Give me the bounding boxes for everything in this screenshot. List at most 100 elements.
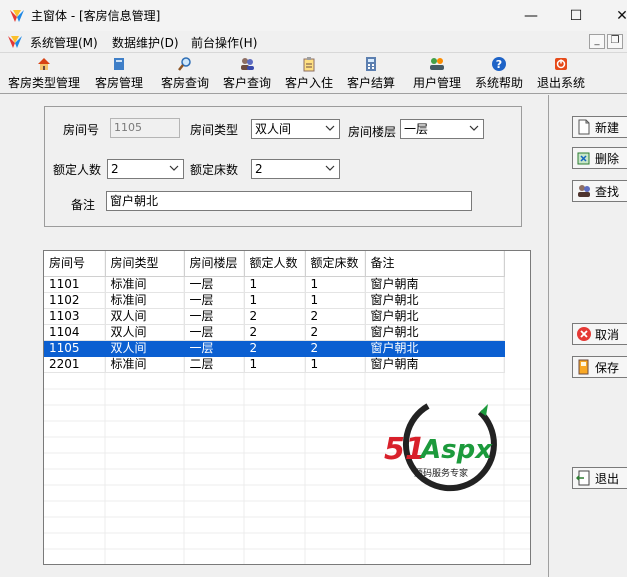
exit-button[interactable]: 退出	[572, 467, 627, 489]
table-cell: 1	[244, 292, 306, 309]
table-header-row: 房间号 房间类型 房间楼层 额定人数 额定床数 备注	[44, 251, 505, 277]
column-header-persons[interactable]: 额定人数	[244, 251, 306, 277]
menu-bar: 系统管理(M) 数据维护(D) 前台操作(H) _ ❐	[0, 31, 627, 53]
save-button[interactable]: 保存	[572, 356, 627, 378]
exit-door-icon	[576, 470, 590, 486]
toolbar-room-manage-button[interactable]: 客房管理	[92, 56, 146, 92]
chevron-down-icon	[469, 125, 479, 131]
room-table: 房间号 房间类型 房间楼层 额定人数 额定床数 备注 1101 标准间 一层 1…	[44, 251, 505, 373]
table-cell: 一层	[184, 308, 245, 325]
table-cell: 标准间	[105, 276, 185, 293]
table-cell: 窗户朝北	[365, 292, 505, 309]
mdi-restore-button[interactable]: ❐	[607, 34, 623, 49]
toolbar-customer-query-button[interactable]: 客户查询	[220, 56, 274, 92]
persons-label: 额定人数	[53, 163, 102, 177]
table-cell: 窗户朝北	[365, 308, 505, 325]
app-logo-icon	[10, 10, 24, 22]
users-icon	[241, 58, 254, 70]
save-icon	[578, 359, 589, 375]
chevron-down-icon	[325, 165, 335, 171]
mdi-minimize-button[interactable]: _	[589, 34, 605, 49]
room-type-select[interactable]: 双人间	[251, 119, 340, 139]
minimize-button[interactable]: —	[508, 0, 554, 31]
table-row[interactable]: 1103 双人间 一层 2 2 窗户朝北	[44, 308, 505, 325]
users-gear-icon	[430, 58, 444, 70]
menu-data[interactable]: 数据维护(D)	[112, 34, 179, 51]
table-cell: 窗户朝北	[365, 324, 505, 341]
remark-label: 备注	[71, 198, 96, 212]
floor-select[interactable]: 一层	[400, 119, 484, 139]
toolbar: 客房类型管理 客房管理 客房查询 客户查询 客户入住 客户结算 用户管理 ? 系…	[0, 54, 627, 94]
chevron-down-icon	[325, 125, 335, 131]
table-cell: 2	[244, 324, 306, 341]
table-cell: 二层	[184, 356, 245, 373]
svg-text:?: ?	[496, 58, 502, 71]
delete-icon	[577, 152, 590, 165]
toolbar-room-type-button[interactable]: 客房类型管理	[6, 56, 82, 92]
toolbar-room-query-button[interactable]: 客房查询	[158, 56, 212, 92]
calculator-icon	[366, 57, 376, 71]
table-cell: 1	[244, 356, 306, 373]
find-button[interactable]: 查找	[572, 180, 627, 202]
watermark-number: 51	[384, 432, 426, 467]
toolbar-check-in-button[interactable]: 客户入住	[282, 56, 336, 92]
table-cell: 1	[305, 276, 366, 293]
table-cell: 双人间	[105, 340, 185, 357]
maximize-button[interactable]: ☐	[553, 0, 599, 31]
magnifier-icon	[178, 57, 191, 71]
menu-system[interactable]: 系统管理(M)	[30, 34, 98, 51]
cancel-icon	[577, 327, 591, 341]
table-cell: 2	[244, 340, 306, 357]
column-header-room-no[interactable]: 房间号	[44, 251, 106, 277]
persons-select[interactable]: 2	[107, 159, 184, 179]
toolbar-help-button[interactable]: ? 系统帮助	[472, 56, 526, 92]
beds-select[interactable]: 2	[251, 159, 340, 179]
table-row[interactable]: 2201 标准间 二层 1 1 窗户朝南	[44, 356, 505, 373]
watermark-slogan: 源码服务专家	[414, 469, 469, 479]
table-row-selected[interactable]: 1105 双人间 一层 2 2 窗户朝北	[44, 340, 505, 357]
table-cell: 窗户朝南	[365, 356, 505, 373]
watermark-brand: Aspx	[421, 435, 492, 465]
table-cell: 2	[305, 308, 366, 325]
column-header-room-type[interactable]: 房间类型	[105, 251, 185, 277]
table-cell: 一层	[184, 292, 245, 309]
table-cell: 一层	[184, 276, 245, 293]
house-icon	[38, 58, 50, 70]
cancel-button[interactable]: 取消	[572, 323, 627, 345]
table-cell: 2	[244, 308, 306, 325]
menu-front-desk[interactable]: 前台操作(H)	[191, 34, 257, 51]
toolbar-checkout-button[interactable]: 客户结算	[344, 56, 398, 92]
table-row[interactable]: 1101 标准间 一层 1 1 窗户朝南	[44, 276, 505, 293]
table-cell: 一层	[184, 340, 245, 357]
table-cell: 1105	[44, 340, 106, 357]
table-row[interactable]: 1104 双人间 一层 2 2 窗户朝北	[44, 324, 505, 341]
room-no-field[interactable]: 1105	[110, 118, 180, 138]
exit-icon	[555, 58, 567, 70]
table-cell: 2	[305, 340, 366, 357]
title-bar: 主窗体 - [客房信息管理] — ☐ ✕	[0, 0, 627, 31]
toolbar-exit-button[interactable]: 退出系统	[534, 56, 588, 92]
table-cell: 2201	[44, 356, 106, 373]
delete-button[interactable]: 删除	[572, 147, 627, 169]
column-header-remark[interactable]: 备注	[365, 251, 505, 277]
window-title: 主窗体 - [客房信息管理]	[31, 9, 161, 23]
room-type-label: 房间类型	[190, 123, 239, 137]
table-cell: 窗户朝北	[365, 340, 505, 357]
table-cell: 标准间	[105, 356, 185, 373]
table-cell: 窗户朝南	[365, 276, 505, 293]
floor-label: 房间楼层	[348, 125, 397, 139]
help-icon: ?	[492, 57, 506, 71]
new-button[interactable]: 新建	[572, 116, 627, 138]
table-cell: 1103	[44, 308, 106, 325]
column-header-floor[interactable]: 房间楼层	[184, 251, 245, 277]
table-cell: 2	[305, 324, 366, 341]
remark-field[interactable]: 窗户朝北	[106, 191, 472, 211]
table-cell: 双人间	[105, 308, 185, 325]
table-row[interactable]: 1102 标准间 一层 1 1 窗户朝北	[44, 292, 505, 309]
table-cell: 1102	[44, 292, 106, 309]
new-document-icon	[578, 119, 590, 135]
toolbar-user-manage-button[interactable]: 用户管理	[410, 56, 464, 92]
column-header-beds[interactable]: 额定床数	[305, 251, 366, 277]
table-cell: 标准间	[105, 292, 185, 309]
close-button[interactable]: ✕	[599, 0, 627, 31]
